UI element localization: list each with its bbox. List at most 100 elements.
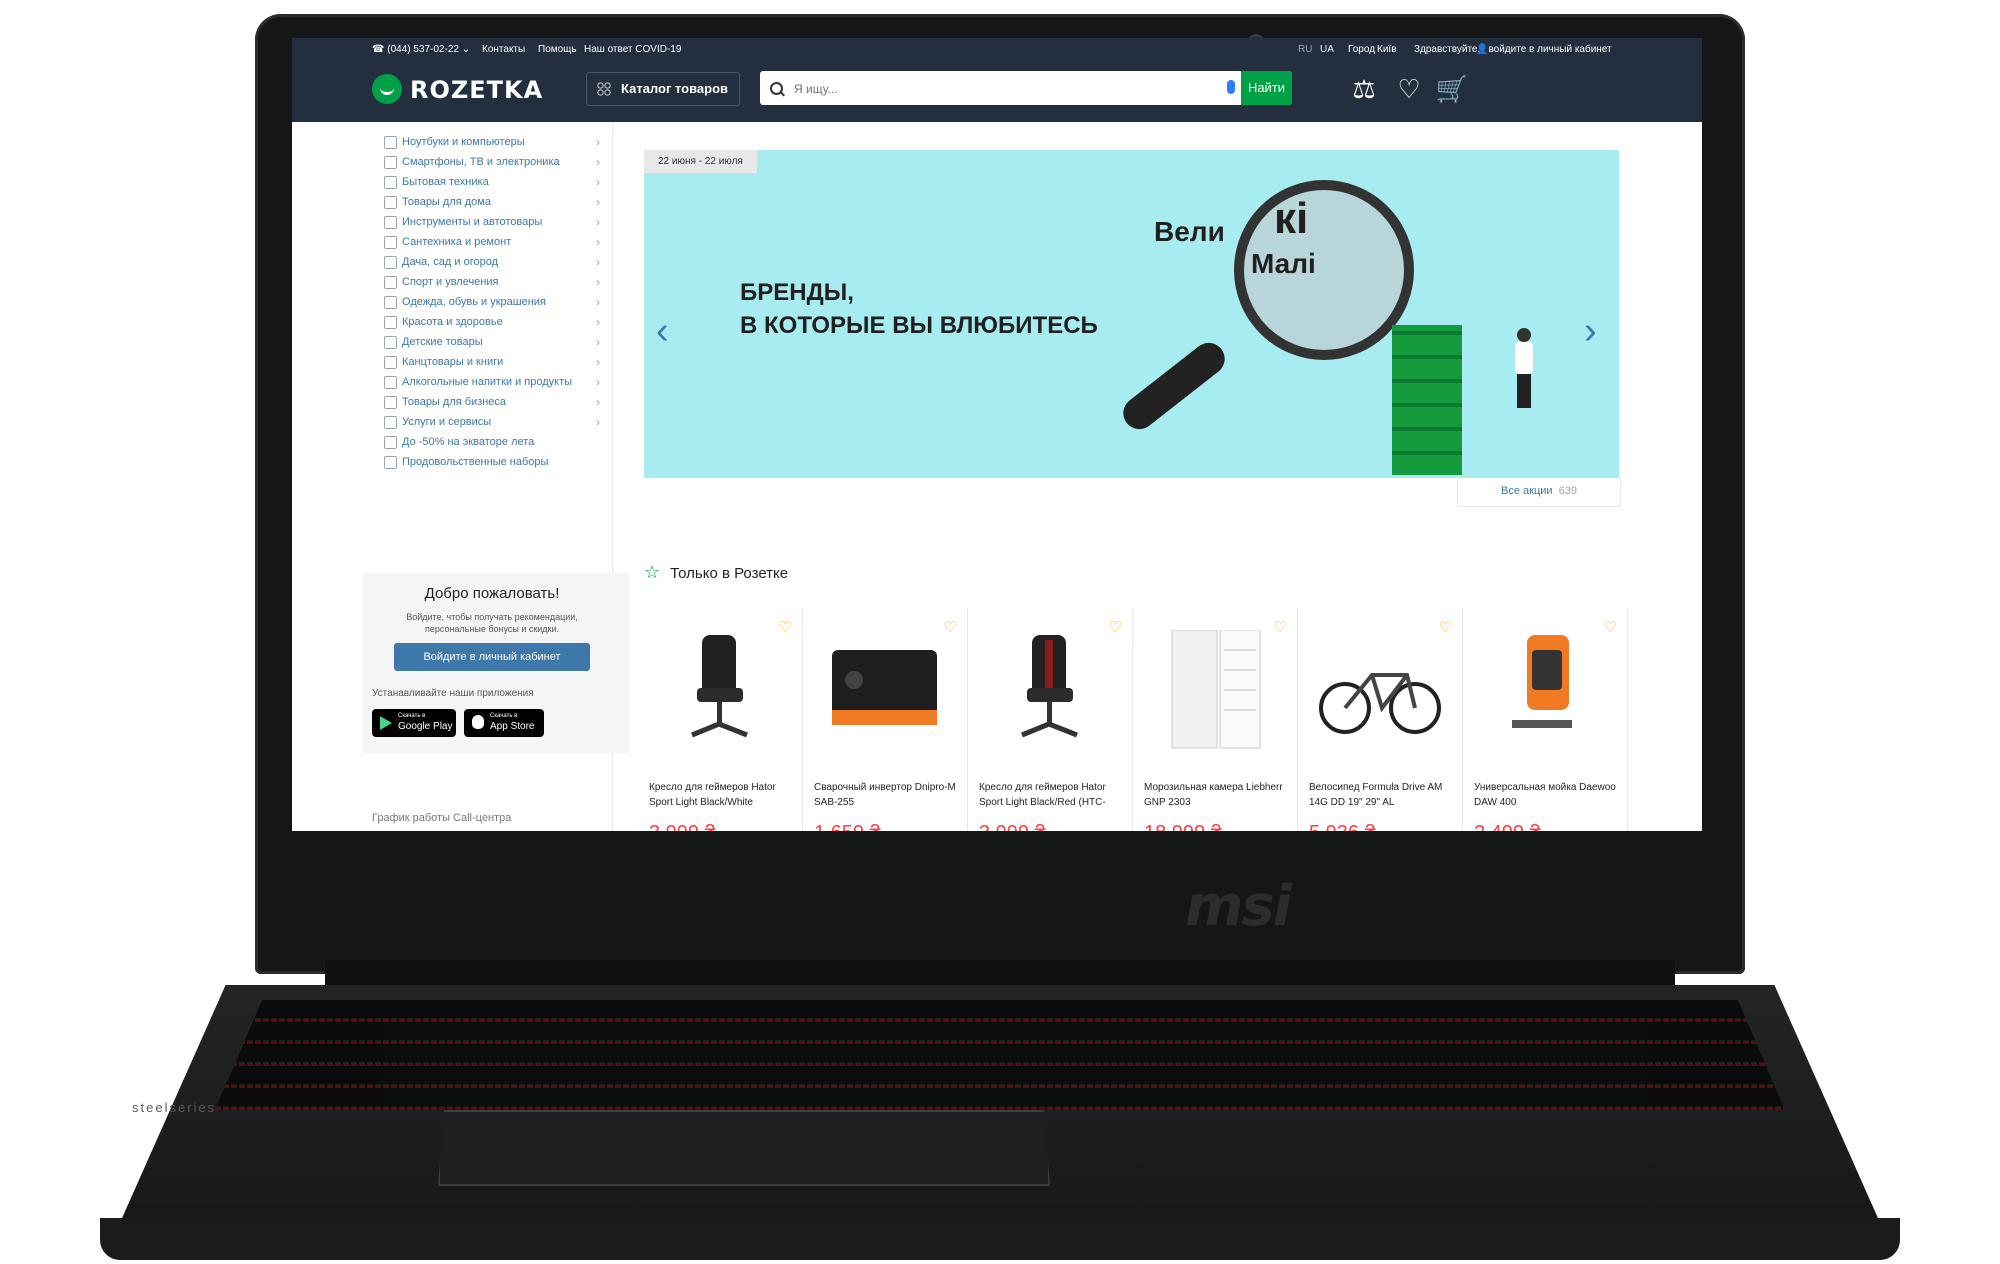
login-link[interactable]: 👤войдите в личный кабинет	[1476, 44, 1612, 55]
search-icon	[770, 82, 783, 95]
block-tower-illustration	[1392, 325, 1462, 475]
touchpad	[438, 1110, 1050, 1186]
lang-ua[interactable]: UA	[1320, 44, 1334, 55]
search-button[interactable]: Найти	[1241, 71, 1292, 105]
chevron-right-icon: ›	[596, 255, 600, 269]
promo-banner[interactable]: 22 июня - 22 июля БРЕНДЫ, В КОТОРЫЕ ВЫ В…	[644, 150, 1619, 478]
freezer-image	[1171, 630, 1261, 749]
product-card[interactable]: ♡ Сварочный инвертор Dnipro-M SAB-255 1 …	[802, 608, 968, 831]
site-header: ☎ (044) 537-02-22 ⌄ Контакты Помощь Наш …	[292, 38, 1702, 122]
cosmetics-icon	[384, 316, 397, 329]
banner-prev-arrow[interactable]: ‹	[656, 310, 669, 353]
rozetka-smile-icon[interactable]	[372, 74, 402, 104]
product-card[interactable]: ♡ Велосипед Formula Drive AM 14G DD 19" …	[1297, 608, 1463, 831]
promo-dates: 22 июня - 22 июля	[644, 150, 757, 173]
sidebar-item-services[interactable]: Услуги и сервисы ›	[372, 412, 604, 432]
tag-icon	[384, 436, 397, 449]
product-name[interactable]: Морозильная камера Liebherr GNP 2303	[1144, 780, 1292, 810]
sidebar-item-beauty[interactable]: Красота и здоровье ›	[372, 312, 604, 332]
sidebar-item-sport[interactable]: Спорт и увлечения ›	[372, 272, 604, 292]
city-label: Город	[1348, 44, 1376, 55]
screen: ☎ (044) 537-02-22 ⌄ Контакты Помощь Наш …	[292, 38, 1702, 831]
sidebar-item-tools[interactable]: Инструменты и автотовары ›	[372, 212, 604, 232]
garden-icon	[384, 256, 397, 269]
chevron-right-icon: ›	[596, 355, 600, 369]
help-link[interactable]: Помощь	[538, 44, 577, 55]
chevron-right-icon: ›	[596, 155, 600, 169]
product-card[interactable]: ♡ Кресло для геймеров Hator Sport Light …	[967, 608, 1133, 831]
sidebar-item-sale[interactable]: До -50% на экваторе лета	[372, 432, 604, 452]
login-button[interactable]: Войдите в личный кабинет	[394, 643, 590, 671]
product-card[interactable]: ♡ Универсальная мойка Daewoo DAW 400 2 4…	[1462, 608, 1628, 831]
compare-icon[interactable]: ⚖	[1347, 72, 1381, 106]
bicycle-image	[1319, 673, 1441, 734]
cart-icon[interactable]: 🛒	[1435, 72, 1469, 106]
search-input[interactable]	[792, 77, 1216, 101]
google-play-button[interactable]: Скачать в Google Play	[372, 709, 456, 737]
sidebar-item-stationery[interactable]: Канцтовары и книги ›	[372, 352, 604, 372]
promo-word-left: Вели	[1154, 216, 1225, 247]
product-price: 3 999 ₴	[649, 822, 716, 831]
product-name[interactable]: Кресло для геймеров Hator Sport Light Bl…	[979, 780, 1127, 810]
all-promos-link[interactable]: Все акции 639	[1457, 476, 1621, 507]
sidebar-item-home[interactable]: Товары для дома ›	[372, 192, 604, 212]
contacts-link[interactable]: Контакты	[482, 44, 525, 55]
covid-link[interactable]: Наш ответ COVID-19	[584, 44, 681, 55]
promos-count: 639	[1558, 485, 1577, 497]
welcome-block: Добро пожаловать! Войдите, чтобы получат…	[362, 573, 630, 753]
apps-label: Устанавливайте наши приложения	[372, 688, 534, 699]
faucet-icon	[384, 236, 397, 249]
sofa-icon	[384, 196, 397, 209]
site-logo[interactable]: ROZETKA	[410, 76, 543, 104]
promo-headline: БРЕНДЫ, В КОТОРЫЕ ВЫ ВЛЮБИТЕСЬ	[740, 279, 1098, 339]
product-list: ♡ Кресло для геймеров Hator Sport Light …	[637, 608, 1687, 831]
lang-ru[interactable]: RU	[1298, 44, 1312, 55]
chevron-right-icon: ›	[596, 235, 600, 249]
keyboard	[215, 1000, 1785, 1110]
call-center-schedule[interactable]: График работы Call-центра	[372, 812, 511, 824]
washing-machine-icon	[384, 176, 397, 189]
gaming-chair-image	[691, 635, 748, 738]
chevron-right-icon: ›	[596, 175, 600, 189]
city-select[interactable]: Київ	[1377, 44, 1397, 55]
tshirt-icon	[384, 296, 397, 309]
bear-icon	[384, 336, 397, 349]
pressure-washer-image	[1512, 635, 1572, 728]
product-name[interactable]: Кресло для геймеров Hator Sport Light Bl…	[649, 780, 797, 810]
sidebar-item-alcohol[interactable]: Алкогольные напитки и продукты ›	[372, 372, 604, 392]
sidebar-item-garden[interactable]: Дача, сад и огород ›	[372, 252, 604, 272]
sidebar-item-food-sets[interactable]: Продовольственные наборы	[372, 452, 604, 472]
product-name[interactable]: Велосипед Formula Drive AM 14G DD 19" 29…	[1309, 780, 1457, 810]
wishlist-heart-icon[interactable]: ♡	[1392, 72, 1426, 106]
sidebar-item-clothes[interactable]: Одежда, обувь и украшения ›	[372, 292, 604, 312]
sidebar-item-business[interactable]: Товары для бизнеса ›	[372, 392, 604, 412]
product-card[interactable]: ♡ Кресло для геймеров Hator Sport Light …	[637, 608, 803, 831]
banner-next-arrow[interactable]: ›	[1584, 310, 1597, 353]
sidebar-item-appliances[interactable]: Бытовая техника ›	[372, 172, 604, 192]
barcode-icon	[384, 396, 397, 409]
microphone-icon[interactable]	[1227, 80, 1235, 94]
person-illustration	[1509, 328, 1539, 408]
sidebar-item-laptops[interactable]: Ноутбуки и компьютеры ›	[372, 132, 604, 152]
sidebar-item-smartphones[interactable]: Смартфоны, ТВ и электроника ›	[372, 152, 604, 172]
chevron-right-icon: ›	[596, 275, 600, 289]
catalog-button[interactable]: Каталог товаров	[586, 72, 740, 106]
search-bar: Найти	[760, 71, 1292, 105]
star-icon: ☆	[644, 562, 661, 582]
product-card[interactable]: ♡ Морозильная камера Liebherr GNP 2303 1…	[1132, 608, 1298, 831]
google-play-icon	[380, 716, 392, 730]
product-name[interactable]: Сварочный инвертор Dnipro-M SAB-255	[814, 780, 962, 810]
laptop-icon	[384, 136, 397, 149]
app-store-button[interactable]: Скачать в App Store	[464, 709, 544, 737]
sidebar-item-kids[interactable]: Детские товары ›	[372, 332, 604, 352]
gaming-chair-red-image	[1021, 635, 1078, 738]
sidebar-item-plumbing[interactable]: Сантехника и ремонт ›	[372, 232, 604, 252]
phone-link[interactable]: ☎ (044) 537-02-22 ⌄	[372, 44, 470, 55]
product-name[interactable]: Универсальная мойка Daewoo DAW 400	[1474, 780, 1622, 810]
chevron-right-icon: ›	[596, 295, 600, 309]
phone-icon	[384, 156, 397, 169]
chevron-right-icon: ›	[596, 395, 600, 409]
magnifier-handle	[1116, 336, 1232, 436]
chevron-right-icon: ›	[596, 195, 600, 209]
laptop-frame: msi steelseries ☎ (044) 537-02-22 ⌄ Конт…	[0, 0, 2000, 1264]
